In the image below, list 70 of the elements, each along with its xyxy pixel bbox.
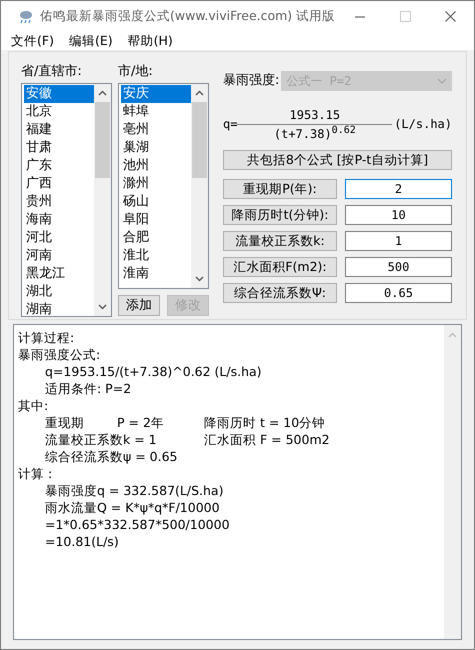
- formula-numerator: 1953.15: [290, 106, 340, 124]
- list-item[interactable]: 淮北: [121, 247, 191, 265]
- list-button[interactable]: 添加: [118, 295, 160, 316]
- param-label-button[interactable]: 重现期P(年):: [223, 179, 337, 199]
- list-item[interactable]: 阜阳: [121, 211, 191, 229]
- formula-text: q=: [223, 116, 238, 133]
- output-text: P = 2年: [117, 414, 165, 431]
- output-text: 计算过程:: [18, 330, 74, 345]
- list-item[interactable]: 湖南: [24, 301, 94, 316]
- list-item[interactable]: 黑龙江: [24, 265, 94, 283]
- output-text: 雨水流量Q = K*ψ*q*F/10000: [45, 500, 220, 515]
- output-text: 流量校正系数k = 1: [45, 431, 158, 448]
- list-item[interactable]: 淮南: [121, 265, 191, 283]
- close-icon[interactable]: [445, 11, 456, 22]
- output-text: =10.81(L/s): [45, 534, 119, 549]
- formula-count-button[interactable]: 共包括8个公式 [按P-t自动计算]: [223, 150, 452, 170]
- output-text: 适用条件: P=2: [45, 381, 132, 396]
- menu-item[interactable]: 文件(F): [11, 32, 54, 50]
- list-item[interactable]: 海南: [24, 211, 94, 229]
- list-item[interactable]: 福建: [24, 121, 94, 139]
- output-text: 暴雨强度q = 332.587(L/S.ha): [45, 483, 224, 498]
- scrollbar-thumb[interactable]: [192, 102, 207, 178]
- param-input[interactable]: 10: [345, 205, 452, 225]
- list-item[interactable]: 亳州: [121, 121, 191, 139]
- list-item[interactable]: 巢湖: [121, 139, 191, 157]
- list-item[interactable]: 池州: [121, 157, 191, 175]
- list-item[interactable]: 广东: [24, 157, 94, 175]
- list-item[interactable]: 贵州: [24, 193, 94, 211]
- list-item[interactable]: 河南: [24, 247, 94, 265]
- list-item[interactable]: 蚌埠: [121, 103, 191, 121]
- list-item[interactable]: 广西: [24, 175, 94, 193]
- list-label: 省/直辖市:: [21, 63, 83, 81]
- formula-denominator: (t+7.38)$^{0.62}$: [274, 124, 356, 142]
- output-text: 重现期: [45, 414, 85, 431]
- select-label: 暴雨强度:: [223, 72, 280, 90]
- menu-item[interactable]: 帮助(H): [128, 32, 173, 50]
- list-label: 市/地:: [118, 63, 154, 81]
- list-item[interactable]: 安徽: [24, 85, 94, 103]
- param-input[interactable]: 500: [345, 257, 452, 277]
- output-text: 计算 :: [18, 466, 52, 481]
- output-text: 暴雨强度公式:: [18, 347, 100, 362]
- output-text: =1*0.65*332.587*500/10000: [45, 517, 230, 532]
- list-item[interactable]: 安庆: [121, 85, 191, 103]
- param-label-button[interactable]: 汇水面积F(m2):: [223, 257, 337, 277]
- list-item[interactable]: 合肥: [121, 229, 191, 247]
- param-input[interactable]: 2: [345, 179, 452, 199]
- output-text: 汇水面积 F = 500m2: [204, 431, 331, 448]
- list-item[interactable]: 甘肃: [24, 139, 94, 157]
- rain-cloud-icon: [18, 8, 34, 24]
- menu-item[interactable]: 编辑(E): [68, 32, 113, 50]
- output-text: 综合径流系数ψ = 0.65: [45, 449, 178, 464]
- scrollbar[interactable]: [191, 84, 208, 288]
- list-item[interactable]: 北京: [24, 103, 94, 121]
- param-label-button[interactable]: 降雨历时t(分钟):: [223, 205, 337, 225]
- formula-unit: (L/s.ha): [394, 116, 452, 133]
- output-text: 其中:: [18, 398, 48, 413]
- scrollbar-thumb[interactable]: [95, 102, 110, 178]
- output-text: 降雨历时 t = 10分钟: [204, 414, 326, 431]
- list-item[interactable]: 砀山: [121, 193, 191, 211]
- window-title: 佑鸣最新暴雨强度公式(www.viviFree.com) 试用版: [40, 7, 336, 26]
- scrollbar[interactable]: [94, 84, 111, 316]
- param-input[interactable]: 0.65: [345, 283, 452, 303]
- param-label-button[interactable]: 流量校正系数k:: [223, 231, 337, 251]
- list-item[interactable]: 湖北: [24, 283, 94, 301]
- output-text: q=1953.15/(t+7.38)^0.62 (L/s.ha): [45, 364, 262, 379]
- chevron-down-icon: [437, 78, 447, 84]
- list-item[interactable]: 河北: [24, 229, 94, 247]
- param-label-button[interactable]: 综合径流系数Ψ:: [223, 283, 337, 303]
- list-item[interactable]: 滁州: [121, 175, 191, 193]
- param-input[interactable]: 1: [345, 231, 452, 251]
